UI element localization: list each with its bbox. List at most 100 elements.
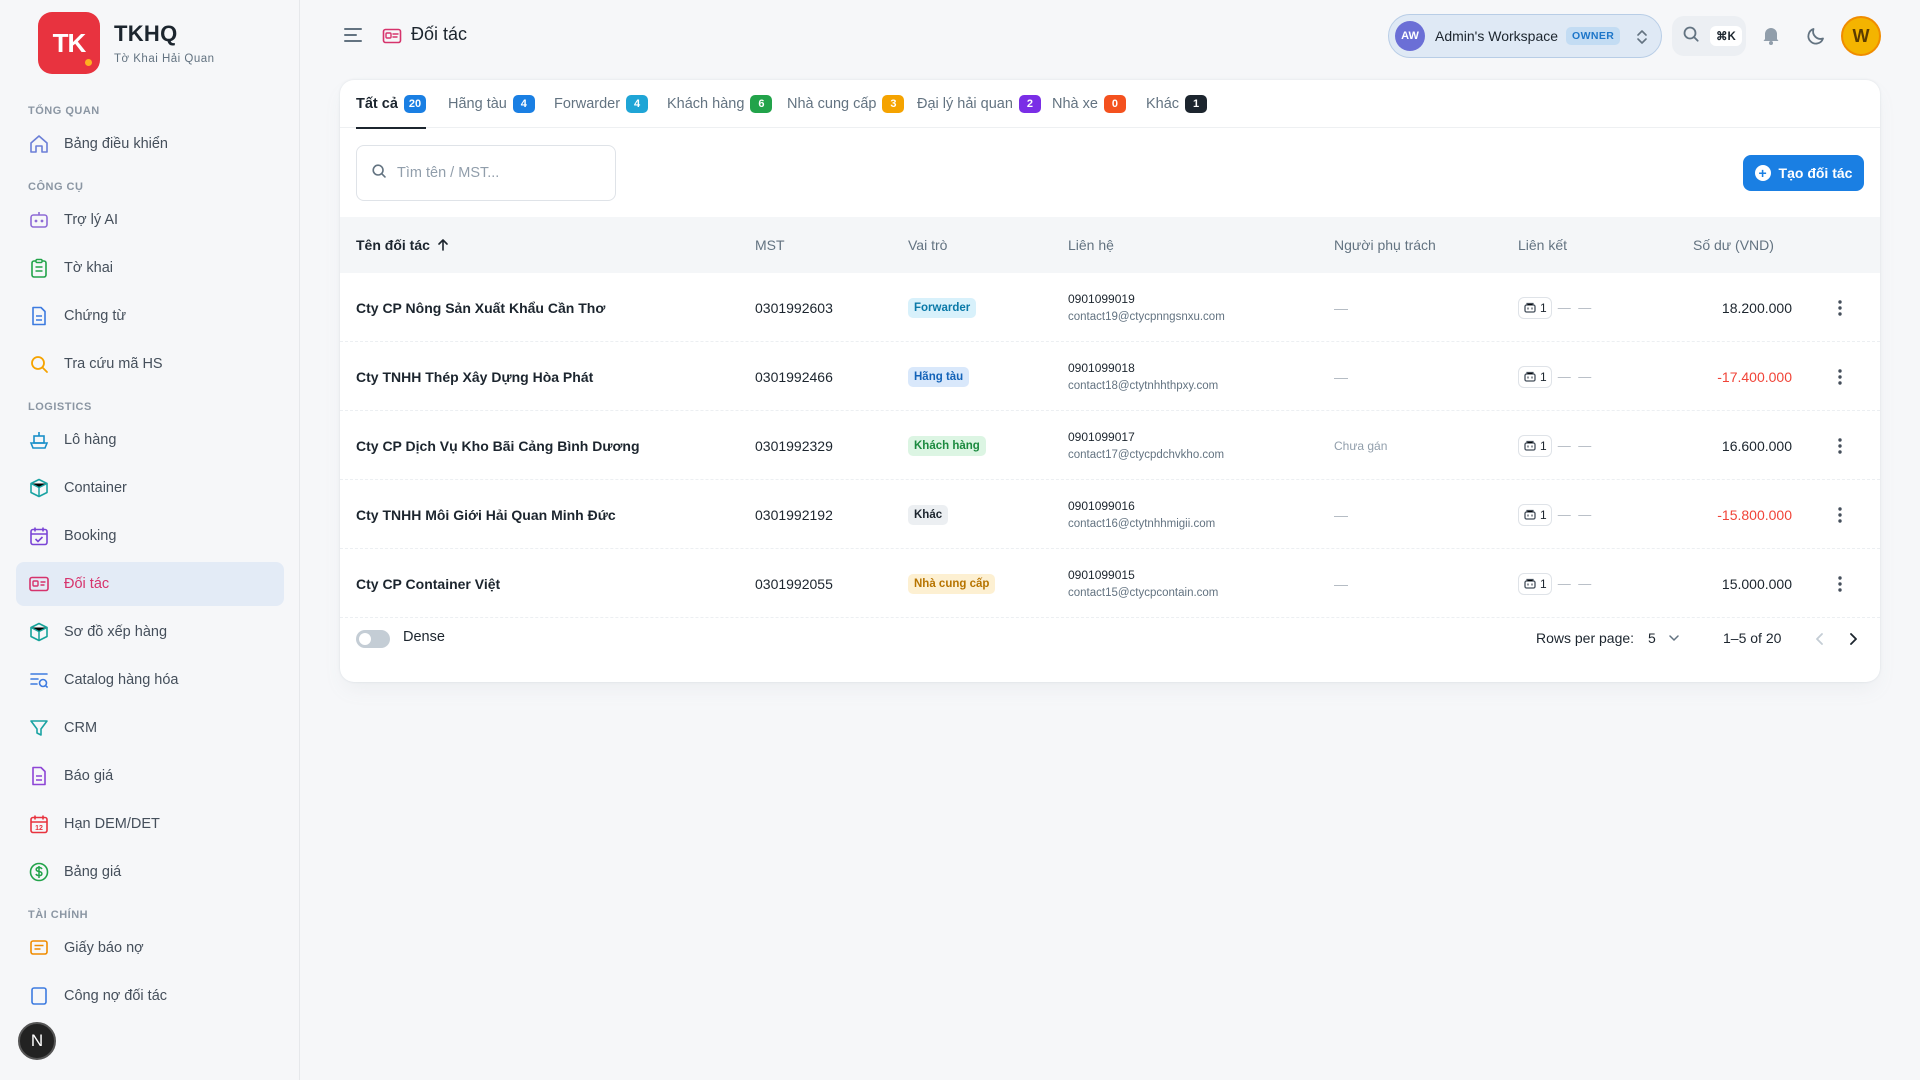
role-badge: Hãng tàu xyxy=(908,366,970,387)
contact-cell: 0901099017 contact17@ctycpdchvkho.com xyxy=(1068,411,1224,480)
link-cell: 1 — — xyxy=(1518,411,1593,480)
link-count-chip[interactable]: 1 xyxy=(1518,503,1552,526)
partner-name[interactable]: Cty TNHH Thép Xây Dựng Hòa Phát xyxy=(356,342,593,411)
container-link-icon xyxy=(1524,578,1536,589)
workspace-name: Admin's Workspace xyxy=(1435,28,1559,44)
create-partner-label: Tạo đối tác xyxy=(1778,165,1853,181)
chevron-left-icon xyxy=(1816,633,1823,645)
sidebar-item-label: Báo giá xyxy=(64,768,114,784)
user-avatar[interactable]: W xyxy=(1841,16,1881,56)
partner-name[interactable]: Cty TNHH Môi Giới Hải Quan Minh Đức xyxy=(356,480,616,549)
sidebar-item-calendar-check[interactable]: Booking xyxy=(16,514,284,558)
partner-mst: 0301992055 xyxy=(755,575,833,592)
more-vertical-icon[interactable] xyxy=(1828,503,1852,527)
owner-cell: — xyxy=(1334,575,1348,592)
ship-icon xyxy=(28,429,50,451)
role-badge: Khách hàng xyxy=(908,435,986,456)
container-link-icon xyxy=(1524,509,1536,520)
menu-toggle-icon[interactable] xyxy=(342,24,364,46)
sidebar-item-cube[interactable]: Sơ đồ xếp hàng xyxy=(16,610,284,654)
dark-mode-moon-icon[interactable] xyxy=(1806,24,1828,51)
create-partner-button[interactable]: + Tạo đối tác xyxy=(1743,155,1864,191)
list-search-icon xyxy=(28,669,50,691)
dense-label: Dense xyxy=(403,629,445,645)
tab-type-6[interactable]: Nhà xe 0 xyxy=(1052,80,1126,128)
rows-per-page-select[interactable]: 5 xyxy=(1648,630,1680,646)
partner-search-field[interactable] xyxy=(356,145,616,201)
tab-count-badge: 0 xyxy=(1103,95,1126,113)
sidebar-item-file-text[interactable]: Báo giá xyxy=(16,754,284,798)
dense-toggle[interactable] xyxy=(356,630,390,648)
tab-count-badge: 4 xyxy=(512,95,535,113)
more-vertical-icon[interactable] xyxy=(1828,434,1852,458)
more-vertical-icon[interactable] xyxy=(1828,296,1852,320)
tab-type-5[interactable]: Đại lý hải quan 2 xyxy=(917,80,1041,128)
previous-page-button[interactable] xyxy=(1808,627,1832,651)
table-row[interactable]: Cty CP Container Việt 0301992055 Nhà cung … xyxy=(340,549,1880,618)
sidebar-item-list-search[interactable]: Catalog hàng hóa xyxy=(16,658,284,702)
link-count-chip[interactable]: 1 xyxy=(1518,365,1552,388)
more-vertical-icon[interactable] xyxy=(1828,365,1852,389)
sidebar-item-ledger[interactable]: Công nợ đối tác xyxy=(16,974,284,1018)
table-row[interactable]: Cty CP Dịch Vụ Kho Bãi Cảng Bình Dương 03… xyxy=(340,411,1880,480)
column-header-role[interactable]: Vai trò xyxy=(908,217,947,273)
link-placeholder: — — xyxy=(1557,438,1594,453)
partner-name[interactable]: Cty CP Container Việt xyxy=(356,549,500,618)
tab-type-7[interactable]: Khác 1 xyxy=(1146,80,1208,128)
sidebar-item-label: Hạn DEM/DET xyxy=(64,816,160,832)
sidebar-item-search[interactable]: Tra cứu mã HS xyxy=(16,342,284,386)
document-icon xyxy=(28,305,50,327)
tab-type-2[interactable]: Forwarder 4 xyxy=(554,80,649,128)
workspace-switcher[interactable]: AW Admin's Workspace OWNER xyxy=(1388,14,1662,58)
notification-bell-icon[interactable] xyxy=(1760,24,1782,51)
link-count-chip[interactable]: 1 xyxy=(1518,296,1552,319)
contact-email: contact16@ctytnhhmigii.com xyxy=(1068,518,1216,530)
link-cell: 1 — — xyxy=(1518,342,1593,411)
sidebar-item-funnel[interactable]: CRM xyxy=(16,706,284,750)
column-header-link[interactable]: Liên kết xyxy=(1518,217,1567,273)
sidebar-item-clipboard[interactable]: Tờ khai xyxy=(16,246,284,290)
sidebar-item-box[interactable]: Container xyxy=(16,466,284,510)
sidebar-item-dollar-circle[interactable]: Bảng giá xyxy=(16,850,284,894)
more-vertical-icon[interactable] xyxy=(1828,572,1852,596)
owner-cell: — xyxy=(1334,368,1348,385)
calendar-check-icon xyxy=(28,525,50,547)
table-row[interactable]: Cty TNHH Thép Xây Dựng Hòa Phát 030199246… xyxy=(340,342,1880,411)
table-row[interactable]: Cty TNHH Môi Giới Hải Quan Minh Đức 03019… xyxy=(340,480,1880,549)
partner-search-input[interactable] xyxy=(397,165,597,181)
tab-type-3[interactable]: Khách hàng 6 xyxy=(667,80,773,128)
sort-ascending-icon xyxy=(438,239,448,251)
tab-type-1[interactable]: Hãng tàu 4 xyxy=(448,80,535,128)
link-cell: 1 — — xyxy=(1518,549,1593,618)
owner-cell: — xyxy=(1334,506,1348,523)
column-header-balance[interactable]: Số dư (VND) xyxy=(1693,217,1774,273)
sidebar-item-message-list[interactable]: Giấy báo nợ xyxy=(16,926,284,970)
column-header-owner[interactable]: Người phụ trách xyxy=(1334,217,1436,273)
owner-cell: Chưa gán xyxy=(1334,438,1388,453)
link-count-chip[interactable]: 1 xyxy=(1518,434,1552,457)
tab-type-4[interactable]: Nhà cung cấp 3 xyxy=(787,80,905,128)
next-page-button[interactable] xyxy=(1841,627,1865,651)
table-row[interactable]: Cty CP Nông Sản Xuất Khẩu Cần Thơ 0301992… xyxy=(340,273,1880,342)
sidebar-item-home[interactable]: Bảng điều khiển xyxy=(16,122,284,166)
sidebar-item-id-card[interactable]: Đối tác xyxy=(16,562,284,606)
global-search-button[interactable]: ⌘K xyxy=(1672,16,1746,56)
sidebar-item-label: Sơ đồ xếp hàng xyxy=(64,624,168,640)
sidebar-item-robot[interactable]: Trợ lý AI xyxy=(16,198,284,242)
link-count-chip[interactable]: 1 xyxy=(1518,572,1552,595)
shortcut-hint: ⌘K xyxy=(1710,26,1742,46)
sidebar-item-label: Tờ khai xyxy=(64,260,113,276)
partner-name[interactable]: Cty CP Dịch Vụ Kho Bãi Cảng Bình Dương xyxy=(356,411,640,480)
column-header-name[interactable]: Tên đối tác xyxy=(356,217,450,273)
column-header-mst[interactable]: MST xyxy=(755,217,785,273)
tab-all[interactable]: Tất cả 20 xyxy=(356,80,427,129)
contact-phone: 0901099016 xyxy=(1068,499,1135,513)
sidebar-item-document[interactable]: Chứng từ xyxy=(16,294,284,338)
id-card-icon xyxy=(382,26,402,46)
brand[interactable]: TK TKHQ Tờ Khai Hải Quan xyxy=(38,12,215,74)
sidebar-item-calendar-12[interactable]: 12 Hạn DEM/DET xyxy=(16,802,284,846)
partner-name[interactable]: Cty CP Nông Sản Xuất Khẩu Cần Thơ xyxy=(356,273,605,342)
floating-n-badge[interactable]: N xyxy=(18,1022,56,1060)
column-header-contact[interactable]: Liên hệ xyxy=(1068,217,1114,273)
sidebar-item-ship[interactable]: Lô hàng xyxy=(16,418,284,462)
